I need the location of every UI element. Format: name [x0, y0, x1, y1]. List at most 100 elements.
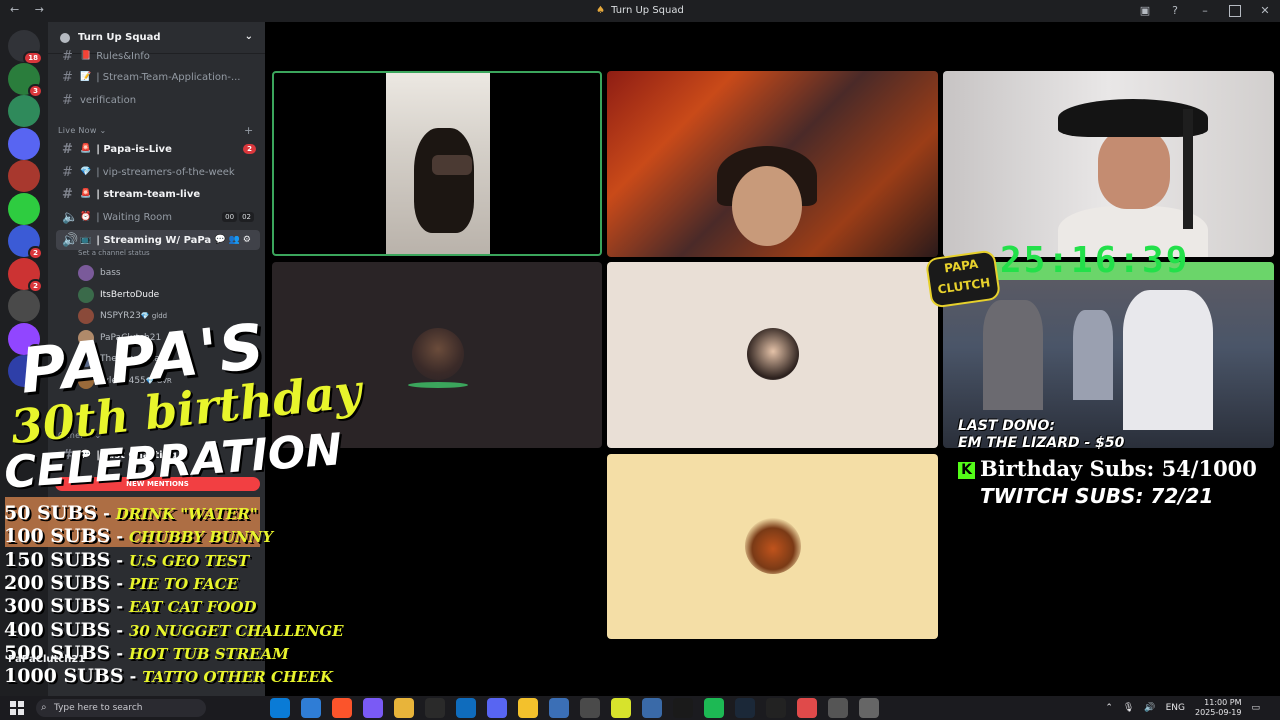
- maximize-button[interactable]: [1220, 0, 1250, 22]
- server-icon[interactable]: 2: [8, 225, 43, 260]
- category-live-now[interactable]: Live Now ⌄ +: [58, 124, 253, 137]
- separator: -: [116, 550, 123, 570]
- server-icon[interactable]: [8, 290, 40, 322]
- channel-stream-team-live[interactable]: # 🚨 | stream-team-live: [56, 184, 260, 204]
- voice-user[interactable]: ItsBertoDude: [78, 285, 159, 305]
- channel-vip-streamers[interactable]: # 💎 | vip-streamers-of-the-week: [56, 162, 260, 182]
- copilot-icon[interactable]: [363, 698, 383, 718]
- twitch-subs: TWITCH SUBS: 72/21: [980, 484, 1214, 508]
- avatar: [78, 286, 94, 303]
- notification-icon[interactable]: ▭: [1251, 703, 1260, 713]
- channel-stream-team-application[interactable]: # 📝 | Stream-Team-Application-...: [56, 67, 260, 87]
- user-panel-name[interactable]: PaPaClutch21: [8, 654, 85, 665]
- speaking-indicator: [408, 382, 468, 388]
- server-icon[interactable]: 2: [8, 257, 43, 293]
- rifle-shape: [1183, 109, 1193, 229]
- person-silhouette: [1073, 310, 1113, 400]
- close-button[interactable]: ✕: [1250, 0, 1280, 22]
- video-tile-user-1[interactable]: [272, 71, 602, 256]
- app-icon[interactable]: [797, 698, 817, 718]
- microphone-icon[interactable]: 🎙: [1123, 703, 1134, 713]
- sub-goal-reward: U.S GEO TEST: [129, 551, 250, 570]
- app-icon[interactable]: [859, 698, 879, 718]
- windows-start-icon[interactable]: [10, 701, 24, 715]
- discord-home-icon[interactable]: 18: [8, 30, 43, 65]
- add-channel-icon[interactable]: +: [244, 124, 254, 137]
- audio-tile-user-6[interactable]: [607, 454, 938, 639]
- video-tile-user-2[interactable]: [607, 71, 938, 257]
- server-icon[interactable]: [8, 192, 40, 225]
- inbox-icon[interactable]: ▣: [1130, 0, 1160, 22]
- separator: -: [116, 597, 123, 617]
- taskbar-search[interactable]: ⌕ Type here to search: [36, 699, 206, 717]
- app-icon[interactable]: [611, 698, 631, 718]
- server-icon[interactable]: [8, 160, 40, 192]
- voice-streaming-with-papa[interactable]: 🔊 📺 | Streaming W/ PaPa 💬👥⚙: [56, 230, 260, 250]
- voice-user-name: NSPYR23: [100, 311, 141, 321]
- book-icon: 📕: [80, 51, 92, 61]
- separator: -: [103, 504, 110, 523]
- settings-icon[interactable]: [828, 698, 848, 718]
- spotify-icon[interactable]: [704, 698, 724, 718]
- document-icon: 📝: [80, 72, 92, 82]
- help-icon[interactable]: ?: [1160, 0, 1190, 22]
- language-indicator[interactable]: ENG: [1166, 703, 1185, 713]
- server-icon[interactable]: [8, 127, 40, 160]
- audio-tile-user-5[interactable]: [607, 262, 938, 448]
- sub-goal-reward: DRINK "WATER": [115, 505, 258, 523]
- outlook-icon[interactable]: [456, 698, 476, 718]
- voice-user[interactable]: bass: [78, 263, 121, 283]
- avatar: [78, 308, 94, 324]
- app-icon[interactable]: [580, 698, 600, 718]
- sub-goal-count: 1000 SUBS: [4, 665, 124, 688]
- app-icon[interactable]: [642, 698, 662, 718]
- sub-goal-reward: TATTO OTHER CHEEK: [142, 668, 333, 687]
- voice-waiting-room[interactable]: 🔈 ⏰ | Waiting Room 00 02: [56, 207, 260, 227]
- separator: -: [116, 527, 123, 547]
- sub-goal-reward: PIE TO FACE: [129, 574, 239, 593]
- clock-icon: ⏰: [80, 212, 92, 222]
- sub-goal-reward: CHUBBY BUNNY: [129, 528, 274, 547]
- folder-icon[interactable]: [394, 698, 414, 718]
- avatar: [747, 328, 799, 380]
- voice-channel-actions[interactable]: 💬👥⚙: [215, 235, 254, 245]
- dell-icon[interactable]: [425, 698, 445, 718]
- chevron-up-icon[interactable]: ⌃: [1105, 703, 1113, 713]
- chevron-down-icon[interactable]: ⌄: [245, 31, 253, 42]
- channel-verification[interactable]: # verification: [56, 90, 260, 110]
- window-title: ♠ Turn Up Squad: [596, 5, 684, 16]
- app-icon[interactable]: [549, 698, 569, 718]
- server-icon: ♠: [596, 5, 606, 16]
- person-silhouette: [1123, 290, 1213, 430]
- windows-taskbar: ⌕ Type here to search ⌃ 🎙 🔊 ENG 11:00 PM 2…: [0, 696, 1280, 720]
- sub-goal: 400 SUBS -30 NUGGET CHALLENGE: [4, 619, 344, 641]
- avatar: [745, 518, 801, 574]
- callofduty-icon[interactable]: [673, 698, 693, 718]
- channel-papa-is-live[interactable]: # 🚨 | Papa-is-Live 2: [56, 139, 260, 159]
- sub-goal: 100 SUBS - CHUBBY BUNNY: [4, 525, 273, 547]
- kick-icon: K: [958, 462, 975, 479]
- steam-icon[interactable]: [735, 698, 755, 718]
- volume-icon[interactable]: 🔊: [1144, 703, 1155, 713]
- minimize-button[interactable]: –: [1190, 0, 1220, 22]
- snapchat-icon[interactable]: [518, 698, 538, 718]
- person-face: [732, 166, 802, 246]
- brave-icon[interactable]: [332, 698, 352, 718]
- server-icon[interactable]: [8, 95, 40, 127]
- person-silhouette: [414, 128, 474, 233]
- mention-badge: 2: [243, 144, 256, 154]
- channel-status[interactable]: Set a channel status: [78, 249, 150, 257]
- chrome-icon[interactable]: [301, 698, 321, 718]
- channel-rules[interactable]: # 📕 Rules&Info: [56, 46, 260, 66]
- discord-icon[interactable]: [487, 698, 507, 718]
- hash-icon: #: [62, 69, 73, 85]
- server-icon[interactable]: 3: [8, 62, 43, 98]
- hash-icon: #: [62, 164, 73, 180]
- separator: -: [116, 620, 123, 640]
- birthday-subs: K Birthday Subs: 54/1000: [958, 456, 1257, 481]
- voice-count: 00 02: [222, 212, 254, 222]
- edge-icon[interactable]: [270, 698, 290, 718]
- clock[interactable]: 11:00 PM 2025-09-19: [1195, 698, 1242, 718]
- video-tile-user-3[interactable]: [943, 71, 1274, 257]
- app-icon[interactable]: [766, 698, 786, 718]
